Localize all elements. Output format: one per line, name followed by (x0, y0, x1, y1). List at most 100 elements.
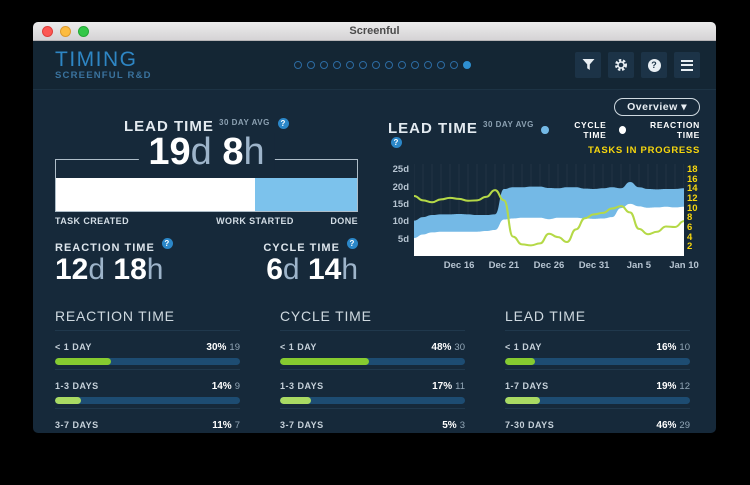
bucket-percent: 14% (212, 381, 232, 392)
legend-label: CYCLE TIME (553, 120, 607, 140)
x-axis-tick: Dec 26 (534, 260, 565, 271)
right-axis-tick: 4 (687, 232, 692, 243)
left-axis-tick: 25d (393, 164, 409, 175)
right-axis-tick: 14 (687, 183, 698, 194)
bucket-label: 1-3 DAYS (55, 381, 99, 391)
distribution-panels: REACTION TIME< 1 DAY30%191-3 DAYS14%93-7… (33, 308, 716, 434)
pagination-dot[interactable] (450, 61, 458, 69)
app-window: Screenful TIMING SCREENFUL R&D ? (33, 22, 716, 433)
distribution-row: 3-7 DAYS11%7 (55, 408, 240, 434)
lead-time-summary-card: LEAD TIME 30 DAY AVG ? 19d 8h TASK CREAT… (55, 118, 358, 286)
lead-time-progress-box: 19d 8h (55, 159, 358, 212)
lead-hours: 8 (222, 131, 243, 173)
distribution-panel-reaction-time: REACTION TIME< 1 DAY30%191-3 DAYS14%93-7… (55, 308, 240, 434)
help-icon: ? (648, 59, 661, 72)
bucket-bar-fill (280, 358, 369, 365)
filter-button[interactable] (575, 52, 601, 78)
legend-label: REACTION TIME (630, 120, 700, 140)
bucket-label: 3-7 DAYS (55, 420, 99, 430)
bucket-label: 3-7 DAYS (280, 420, 324, 430)
pagination-dot[interactable] (437, 61, 445, 69)
bucket-bar-fill (505, 397, 540, 404)
bucket-bar-track (280, 397, 465, 404)
bucket-bar-track (55, 358, 240, 365)
left-axis-tick: 15d (393, 199, 409, 210)
window-title: Screenful (33, 25, 716, 37)
pagination-dot[interactable] (372, 61, 380, 69)
distribution-row: < 1 DAY16%10 (505, 330, 690, 365)
bucket-label: 1-7 DAYS (505, 381, 549, 391)
app-header: TIMING SCREENFUL R&D ? (33, 41, 716, 90)
distribution-title: LEAD TIME (505, 308, 690, 324)
bucket-percent: 5% (442, 420, 456, 431)
reaction-time-label: REACTION TIME ? (55, 238, 173, 254)
pagination-dot[interactable] (463, 61, 471, 69)
main-content: LEAD TIME 30 DAY AVG ? 19d 8h TASK CREAT… (33, 90, 716, 286)
chart-area: 5d10d15d20d25d Dec 16Dec 21Dec 26Dec 31J… (388, 164, 700, 274)
pagination-dot[interactable] (398, 61, 406, 69)
cycle-segment (255, 178, 357, 211)
sub-metrics: REACTION TIME ? 12d 18h CYCLE TIME ? 6d (55, 238, 358, 286)
x-axis-tick: Dec 21 (489, 260, 520, 271)
right-axis-tick: 18 (687, 164, 698, 175)
bucket-bar-fill (55, 397, 81, 404)
help-icon[interactable]: ? (347, 238, 358, 249)
bucket-bar-fill (55, 358, 111, 365)
x-axis-tick: Jan 5 (627, 260, 651, 271)
cycle-time-dot (541, 126, 548, 134)
help-icon[interactable]: ? (391, 137, 402, 148)
left-axis-tick: 20d (393, 182, 409, 193)
lead-days-unit: d (191, 131, 212, 173)
lead-time-chart-card: Overview ▾ LEAD TIME 30 DAY AVG ? CYCLE … (388, 98, 700, 286)
x-axis: Dec 16Dec 21Dec 26Dec 31Jan 5Jan 10 (414, 260, 684, 274)
left-axis-tick: 5d (398, 234, 409, 245)
bucket-percent: 19% (656, 381, 676, 392)
legend-reaction-time[interactable]: REACTION TIME (619, 120, 700, 140)
distribution-title: REACTION TIME (55, 308, 240, 324)
help-icon[interactable]: ? (162, 238, 173, 249)
pagination-dot[interactable] (424, 61, 432, 69)
pagination-dot[interactable] (346, 61, 354, 69)
cycle-time-label: CYCLE TIME ? (263, 238, 358, 254)
milestone-labels: TASK CREATED WORK STARTED DONE (55, 216, 358, 230)
bucket-bar-track (280, 358, 465, 365)
left-axis: 5d10d15d20d25d (388, 164, 414, 274)
legend-cycle-time[interactable]: CYCLE TIME (541, 120, 606, 140)
bucket-bar-fill (280, 397, 311, 404)
overview-dropdown[interactable]: Overview ▾ (614, 98, 700, 116)
pagination-dot[interactable] (359, 61, 367, 69)
bucket-percent: 48% (431, 342, 451, 353)
titlebar: Screenful (33, 22, 716, 41)
settings-button[interactable] (608, 52, 634, 78)
menu-button[interactable] (674, 52, 700, 78)
workspace-name: SCREENFUL R&D (55, 71, 205, 81)
distribution-row: < 1 DAY30%19 (55, 330, 240, 365)
pagination-dot[interactable] (320, 61, 328, 69)
bucket-label: 1-3 DAYS (280, 381, 324, 391)
right-axis-tick: 6 (687, 222, 692, 233)
bucket-bar-track (505, 358, 690, 365)
chart-title-text: LEAD TIME (388, 120, 478, 137)
pagination-dot[interactable] (385, 61, 393, 69)
pagination-dot[interactable] (294, 61, 302, 69)
pagination-dot[interactable] (333, 61, 341, 69)
reaction-segment (56, 178, 255, 211)
pagination-dot[interactable] (307, 61, 315, 69)
distribution-row: 1-3 DAYS14%9 (55, 369, 240, 404)
bucket-bar-track (505, 397, 690, 404)
right-axis-tick: 8 (687, 212, 692, 223)
help-button[interactable]: ? (641, 52, 667, 78)
reaction-time-metric: REACTION TIME ? 12d 18h (55, 238, 173, 286)
distribution-title: CYCLE TIME (280, 308, 465, 324)
distribution-row: 3-7 DAYS5%3 (280, 408, 465, 434)
reaction-time-value: 12d 18h (55, 254, 173, 286)
milestone-done: DONE (330, 216, 358, 226)
bucket-label: < 1 DAY (505, 342, 542, 352)
x-axis-tick: Dec 31 (579, 260, 610, 271)
pagination-dot[interactable] (411, 61, 419, 69)
help-icon[interactable]: ? (278, 118, 289, 129)
tasks-in-progress-label: TASKS IN PROGRESS (541, 145, 700, 156)
distribution-panel-cycle-time: CYCLE TIME< 1 DAY48%301-3 DAYS17%113-7 D… (280, 308, 465, 434)
distribution-row: 7-30 DAYS46%29 (505, 408, 690, 434)
distribution-row: 1-7 DAYS19%12 (505, 369, 690, 404)
